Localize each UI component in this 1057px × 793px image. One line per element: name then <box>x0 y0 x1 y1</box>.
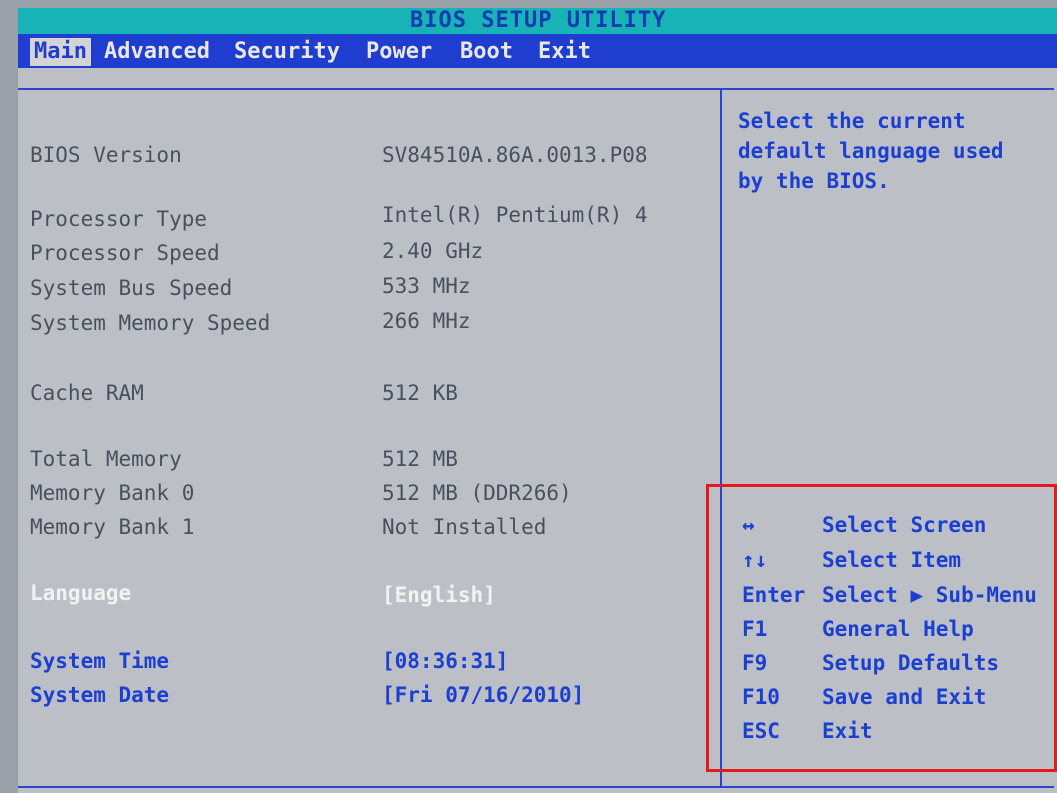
menu-power[interactable]: Power <box>362 38 436 66</box>
system-memory-speed-value: 266 MHz <box>382 309 471 333</box>
memory-bank-1-value: Not Installed <box>382 515 547 539</box>
help-line: default language used <box>738 139 1004 163</box>
key-desc-select-screen: Select Screen <box>822 513 987 537</box>
key-f9: F9 <box>742 651 768 675</box>
memory-bank-0-value: 512 MB (DDR266) <box>382 481 572 505</box>
bios-version-value: SV84510A.86A.0013.P08 <box>382 143 648 167</box>
system-date-value[interactable]: [Fri 07/16/2010] <box>382 682 584 708</box>
key-desc-general-help: General Help <box>822 617 974 641</box>
menu-boot[interactable]: Boot <box>456 38 517 66</box>
key-desc-exit: Exit <box>822 719 873 743</box>
system-time-label[interactable]: System Time <box>30 648 169 674</box>
language-value[interactable]: [English] <box>382 582 496 608</box>
memory-bank-1-label: Memory Bank 1 <box>30 515 195 539</box>
processor-type-value: Intel(R) Pentium(R) 4 <box>382 203 648 227</box>
help-line: by the BIOS. <box>738 169 890 193</box>
key-desc-select-item: Select Item <box>822 548 962 572</box>
key-esc: ESC <box>742 719 780 743</box>
help-line: Select the current <box>738 109 966 133</box>
key-f1: F1 <box>742 617 768 641</box>
system-time-value[interactable]: [08:36:31] <box>382 648 508 674</box>
system-date-label[interactable]: System Date <box>30 682 169 708</box>
system-memory-speed-label: System Memory Speed <box>30 311 271 335</box>
up-down-arrow-icon: ↑↓ <box>742 548 768 572</box>
processor-speed-value: 2.40 GHz <box>382 239 484 263</box>
menu-advanced[interactable]: Advanced <box>100 38 214 66</box>
total-memory-label: Total Memory <box>30 447 182 471</box>
menu-bar: Main Advanced Security Power Boot Exit <box>18 34 1057 68</box>
help-text: Select the current default language used… <box>738 106 1038 196</box>
system-bus-speed-label: System Bus Speed <box>30 276 233 300</box>
total-memory-value: 512 MB <box>382 447 458 471</box>
memory-bank-0-label: Memory Bank 0 <box>30 481 195 505</box>
menu-security[interactable]: Security <box>230 38 344 66</box>
key-desc-setup-defaults: Setup Defaults <box>822 651 1000 675</box>
title-bar: BIOS SETUP UTILITY <box>18 8 1057 34</box>
app-title: BIOS SETUP UTILITY <box>410 8 667 33</box>
menu-main[interactable]: Main <box>30 38 91 66</box>
left-right-arrow-icon: ↔ <box>742 513 755 537</box>
language-label[interactable]: Language <box>30 580 131 606</box>
bios-version-label: BIOS Version <box>30 143 182 167</box>
processor-speed-label: Processor Speed <box>30 241 220 265</box>
key-f10: F10 <box>742 685 780 709</box>
key-enter: Enter <box>742 583 806 607</box>
key-desc-sub-menu: Select ▶ Sub-Menu <box>822 583 1037 607</box>
key-desc-save-exit: Save and Exit <box>822 685 987 709</box>
cache-ram-value: 512 KB <box>382 381 458 405</box>
cache-ram-label: Cache RAM <box>30 381 144 405</box>
menu-exit[interactable]: Exit <box>534 38 595 66</box>
system-bus-speed-value: 533 MHz <box>382 274 471 298</box>
processor-type-label: Processor Type <box>30 207 208 231</box>
